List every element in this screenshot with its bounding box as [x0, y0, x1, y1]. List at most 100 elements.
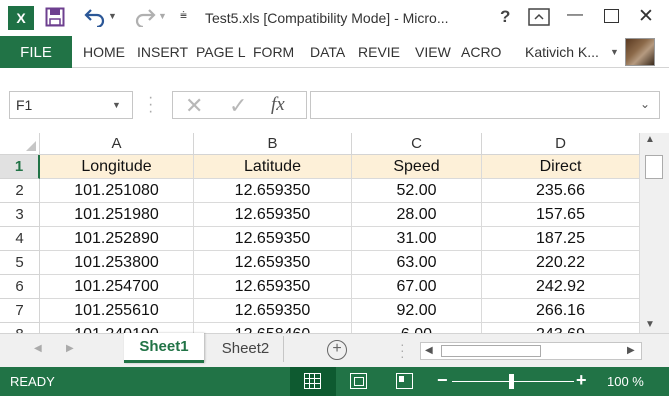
add-sheet-icon[interactable]: + [327, 340, 347, 360]
minimize-button[interactable]: — [567, 6, 583, 24]
column-header-c[interactable]: C [352, 133, 482, 155]
row-header-5[interactable]: 5 [0, 251, 40, 275]
help-button[interactable]: ? [500, 7, 510, 27]
tab-formulas[interactable]: FORM [253, 44, 294, 60]
maximize-button[interactable] [604, 9, 619, 23]
tab-review[interactable]: REVIE [358, 44, 400, 60]
scroll-down-icon[interactable]: ▼ [645, 319, 655, 330]
user-dropdown-icon[interactable]: ▼ [610, 47, 619, 57]
sheet-tab-bar: ◀ ▶ Sheet1 Sheet2 + · · · ◀ ▶ [0, 333, 669, 367]
row-header-3[interactable]: 3 [0, 203, 40, 227]
worksheet-grid[interactable]: A B C D 1 Longitude Latitude Speed Direct 2 10… [0, 133, 640, 333]
table-cell[interactable]: 31.00 [352, 227, 482, 251]
zoom-level[interactable]: 100 % [607, 374, 644, 389]
redo-icon[interactable] [134, 5, 156, 27]
sheet-tab-sheet2[interactable]: Sheet2 [208, 336, 284, 362]
column-title-cell[interactable]: Speed [352, 155, 482, 179]
zoom-in-button[interactable]: + [576, 370, 587, 391]
ribbon-display-options-icon[interactable] [528, 8, 550, 26]
tab-insert[interactable]: INSERT [137, 44, 188, 60]
table-cell[interactable]: 63.00 [352, 251, 482, 275]
table-cell[interactable]: 101.251980 [40, 203, 194, 227]
save-icon[interactable] [45, 7, 65, 27]
cancel-icon[interactable]: ✕ [185, 93, 203, 119]
excel-app-icon[interactable]: X [8, 6, 34, 30]
previous-sheet-icon[interactable]: ◀ [34, 343, 42, 354]
column-header-a[interactable]: A [40, 133, 194, 155]
table-cell[interactable]: 12.659350 [194, 227, 352, 251]
column-title-cell[interactable]: Direct [482, 155, 640, 179]
table-cell[interactable]: 28.00 [352, 203, 482, 227]
table-cell[interactable]: 235.66 [482, 179, 640, 203]
column-header-d[interactable]: D [482, 133, 640, 155]
tab-data[interactable]: DATA [310, 44, 345, 60]
scroll-right-icon[interactable]: ▶ [627, 345, 635, 356]
page-break-preview-icon[interactable] [396, 373, 413, 389]
table-cell[interactable]: 12.659350 [194, 179, 352, 203]
vertical-scroll-thumb[interactable] [645, 155, 663, 179]
scroll-left-icon[interactable]: ◀ [425, 345, 433, 356]
avatar[interactable] [625, 38, 655, 66]
row-header-8[interactable]: 8 [0, 323, 40, 333]
table-cell[interactable]: 12.659350 [194, 299, 352, 323]
table-cell[interactable]: 52.00 [352, 179, 482, 203]
select-all-corner[interactable] [0, 133, 40, 155]
redo-dropdown-icon[interactable]: ▼ [158, 11, 167, 21]
table-cell[interactable]: 101.252890 [40, 227, 194, 251]
table-cell[interactable]: 12.658460 [194, 323, 352, 333]
zoom-out-button[interactable]: − [437, 370, 448, 391]
formula-input[interactable] [310, 91, 660, 119]
table-cell[interactable]: 12.659350 [194, 251, 352, 275]
tab-page-layout[interactable]: PAGE L [196, 44, 246, 60]
row-header-2[interactable]: 2 [0, 179, 40, 203]
horizontal-scrollbar[interactable]: ◀ ▶ [420, 342, 642, 360]
vertical-scrollbar[interactable]: ▲ ▼ [640, 133, 669, 333]
column-title-cell[interactable]: Latitude [194, 155, 352, 179]
window-title: Test5.xls [Compatibility Mode] - Micro..… [205, 10, 449, 26]
sheet-tab-sheet1[interactable]: Sheet1 [124, 333, 204, 363]
table-cell[interactable]: 187.25 [482, 227, 640, 251]
horizontal-scroll-thumb[interactable] [441, 345, 541, 357]
name-box-dropdown-icon[interactable]: ▼ [112, 100, 121, 110]
table-cell[interactable]: 157.65 [482, 203, 640, 227]
next-sheet-icon[interactable]: ▶ [66, 343, 74, 354]
tab-home[interactable]: HOME [83, 44, 125, 60]
customize-toolbar-icon[interactable]: ⩧ [180, 8, 187, 23]
tab-view[interactable]: VIEW [415, 44, 451, 60]
table-cell[interactable]: 101.253800 [40, 251, 194, 275]
enter-check-icon[interactable]: ✓ [229, 93, 247, 119]
table-cell[interactable]: 12.659350 [194, 203, 352, 227]
row-header-7[interactable]: 7 [0, 299, 40, 323]
table-cell[interactable]: 67.00 [352, 275, 482, 299]
column-header-b[interactable]: B [194, 133, 352, 155]
table-cell[interactable]: 101.254700 [40, 275, 194, 299]
table-cell[interactable]: 242.92 [482, 275, 640, 299]
resize-handle-icon[interactable]: · · · [148, 90, 153, 120]
row-header-1[interactable]: 1 [0, 155, 40, 179]
close-button[interactable]: ✕ [638, 5, 654, 28]
undo-dropdown-icon[interactable]: ▼ [108, 11, 117, 21]
insert-function-icon[interactable]: fx [271, 94, 285, 116]
table-cell[interactable]: 266.16 [482, 299, 640, 323]
user-account-name[interactable]: Kativich K... [525, 44, 599, 60]
tab-split-handle-icon[interactable]: · · · [400, 337, 405, 363]
tab-file[interactable]: FILE [0, 36, 72, 68]
table-cell[interactable]: 101.255610 [40, 299, 194, 323]
normal-view-button[interactable] [290, 367, 336, 396]
expand-formula-bar-icon[interactable]: ⌄ [640, 97, 650, 111]
column-title-cell[interactable]: Longitude [40, 155, 194, 179]
page-layout-view-icon[interactable] [350, 373, 367, 389]
table-cell[interactable]: 220.22 [482, 251, 640, 275]
tab-acrobat[interactable]: ACRO [461, 44, 501, 60]
table-cell[interactable]: 101.251080 [40, 179, 194, 203]
table-cell[interactable]: 12.659350 [194, 275, 352, 299]
table-cell[interactable]: 101.240190 [40, 323, 194, 333]
scroll-up-icon[interactable]: ▲ [645, 134, 655, 145]
row-header-6[interactable]: 6 [0, 275, 40, 299]
zoom-slider-thumb[interactable] [509, 374, 514, 389]
undo-icon[interactable] [84, 5, 106, 27]
table-cell[interactable]: 6.00 [352, 323, 482, 333]
table-cell[interactable]: 243.69 [482, 323, 640, 333]
table-cell[interactable]: 92.00 [352, 299, 482, 323]
row-header-4[interactable]: 4 [0, 227, 40, 251]
